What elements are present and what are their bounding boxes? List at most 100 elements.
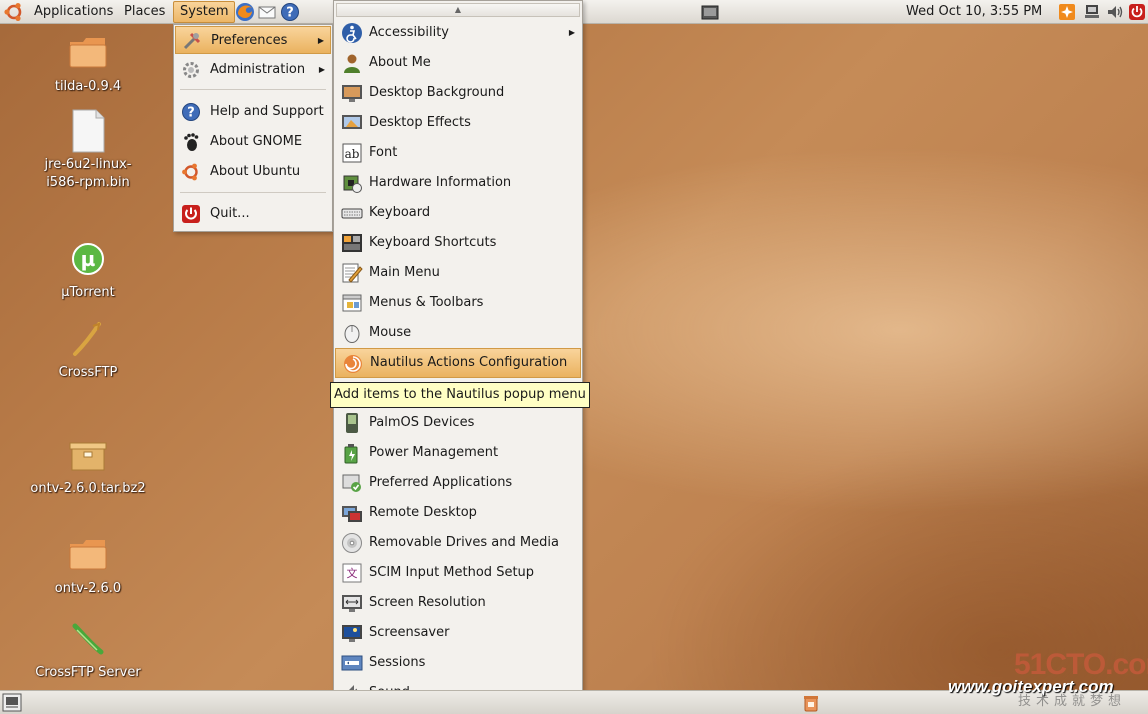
help-icon[interactable]: ? [280,2,300,22]
pref-item-removable-drives[interactable]: Removable Drives and Media [335,528,581,558]
pref-item-label: Desktop Background [369,85,505,100]
pref-item-power-management[interactable]: Power Management [335,438,581,468]
desktop-icon-ontv-archive[interactable]: ontv-2.6.0.tar.bz2 [28,432,148,498]
pref-item-scim[interactable]: 文 SCIM Input Method Setup [335,558,581,588]
menu-item-label: Preferences [211,33,288,48]
pref-item-font[interactable]: ab Font [335,138,581,168]
keyboard-icon [341,208,363,219]
screen-resolution-icon [342,595,362,612]
desktop-icon-utorrent[interactable]: µ µTorrent [28,236,148,302]
submenu-arrow-icon: ▶ [568,28,575,37]
pref-item-label: Remote Desktop [369,505,477,520]
help-icon: ? [182,103,200,121]
pref-item-label: Accessibility [369,25,449,40]
desktop-icon-jre[interactable]: jre-6u2-linux-i586-rpm.bin [28,108,148,192]
pref-item-keyboard-shortcuts[interactable]: Keyboard Shortcuts [335,228,581,258]
update-notifier-icon[interactable] [1058,3,1076,21]
pref-item-hardware-information[interactable]: Hardware Information [335,168,581,198]
pref-item-label: Desktop Effects [369,115,471,130]
pref-item-label: Sessions [369,655,426,670]
show-desktop-icon[interactable] [700,3,720,23]
utorrent-icon: µ [72,243,104,275]
pref-item-remote-desktop[interactable]: Remote Desktop [335,498,581,528]
font-icon: ab [342,143,362,163]
archive-icon [69,442,107,471]
menu-separator [180,192,326,193]
pref-item-accessibility[interactable]: Accessibility ▶ [335,18,581,48]
preferences-icon [183,32,201,50]
desktop-icon-crossftp[interactable]: CrossFTP [28,316,148,382]
mouse-icon [344,325,360,343]
desktop-icon-label: tilda-0.9.4 [54,79,122,94]
screensaver-icon [342,625,362,642]
pref-item-label: SCIM Input Method Setup [369,565,535,580]
crossftp-icon [73,322,101,356]
firefox-icon[interactable] [235,2,255,22]
svg-text:?: ? [286,6,294,21]
menu-item-label: Administration [210,62,306,77]
pref-item-label: Mouse [369,325,412,340]
desktop-icon-ontv-folder[interactable]: ontv-2.6.0 [28,532,148,598]
pref-item-sessions[interactable]: Sessions [335,648,581,678]
menu-separator [180,89,326,90]
pref-item-label: Menus & Toolbars [369,295,484,310]
folder-icon [69,38,107,68]
power-icon[interactable] [1128,3,1146,21]
folder-icon [69,540,107,570]
desktop-icon-label: ontv-2.6.0 [54,581,122,596]
menu-item-about-gnome[interactable]: About GNOME [175,128,331,156]
pref-item-desktop-background[interactable]: Desktop Background [335,78,581,108]
pref-item-screen-resolution[interactable]: Screen Resolution [335,588,581,618]
pref-item-nautilus-actions[interactable]: Nautilus Actions Configuration [335,348,581,378]
administration-icon [183,62,199,78]
pref-item-keyboard[interactable]: Keyboard [335,198,581,228]
desktop-effects-icon [342,115,362,129]
menu-item-about-ubuntu[interactable]: About Ubuntu [175,158,331,186]
pref-item-main-menu[interactable]: Main Menu [335,258,581,288]
scroll-up-button[interactable]: ▲ [336,3,580,17]
places-menu[interactable]: Places [118,1,171,23]
network-icon[interactable] [1083,3,1101,21]
pref-item-desktop-effects[interactable]: Desktop Effects [335,108,581,138]
about-me-icon [344,54,360,73]
pref-item-label: Main Menu [369,265,440,280]
pref-item-screensaver[interactable]: Screensaver [335,618,581,648]
svg-text:?: ? [187,106,195,121]
pref-item-about-me[interactable]: About Me [335,48,581,78]
clock[interactable]: Wed Oct 10, 3:55 PM [906,0,1042,24]
pref-item-palmos[interactable]: PalmOS Devices [335,408,581,438]
main-menu-icon [342,263,363,283]
power-management-icon [344,444,358,464]
menu-item-label: Help and Support [210,104,324,119]
gnome-foot-icon [184,133,199,151]
desktop-icon-crossftp-server[interactable]: CrossFTP Server [28,616,148,682]
removable-drives-icon [342,533,362,553]
menus-toolbars-icon [342,294,362,312]
pref-item-label: Power Management [369,445,499,460]
menu-item-preferences[interactable]: Preferences ▶ [175,26,331,54]
pref-item-label: About Me [369,55,431,70]
volume-icon[interactable] [1106,3,1124,21]
pref-item-menus-toolbars[interactable]: Menus & Toolbars [335,288,581,318]
applications-menu[interactable]: Applications [28,1,119,23]
desktop-icon-label: CrossFTP Server [35,665,141,680]
palmos-icon [346,413,358,433]
pref-item-label: Font [369,145,398,160]
pref-item-mouse[interactable]: Mouse [335,318,581,348]
ubuntu-logo-icon[interactable] [3,2,25,22]
mail-icon[interactable] [257,2,277,22]
menu-item-administration[interactable]: Administration ▶ [175,56,331,84]
system-menu-button[interactable]: System [173,1,236,23]
hardware-information-icon [343,175,362,193]
desktop-icon-tilda[interactable]: tilda-0.9.4 [28,30,148,96]
pref-item-preferred-applications[interactable]: Preferred Applications [335,468,581,498]
show-desktop-icon[interactable] [2,693,22,712]
sessions-icon [341,655,363,671]
menu-item-help[interactable]: ? Help and Support [175,98,331,126]
menu-item-label: Quit... [210,206,250,221]
trash-icon[interactable] [802,694,820,712]
menu-item-quit[interactable]: Quit... [175,200,331,228]
desktop-icon-label: ontv-2.6.0.tar.bz2 [30,481,146,496]
menu-item-label: About GNOME [210,134,303,149]
svg-text:文: 文 [347,566,358,580]
